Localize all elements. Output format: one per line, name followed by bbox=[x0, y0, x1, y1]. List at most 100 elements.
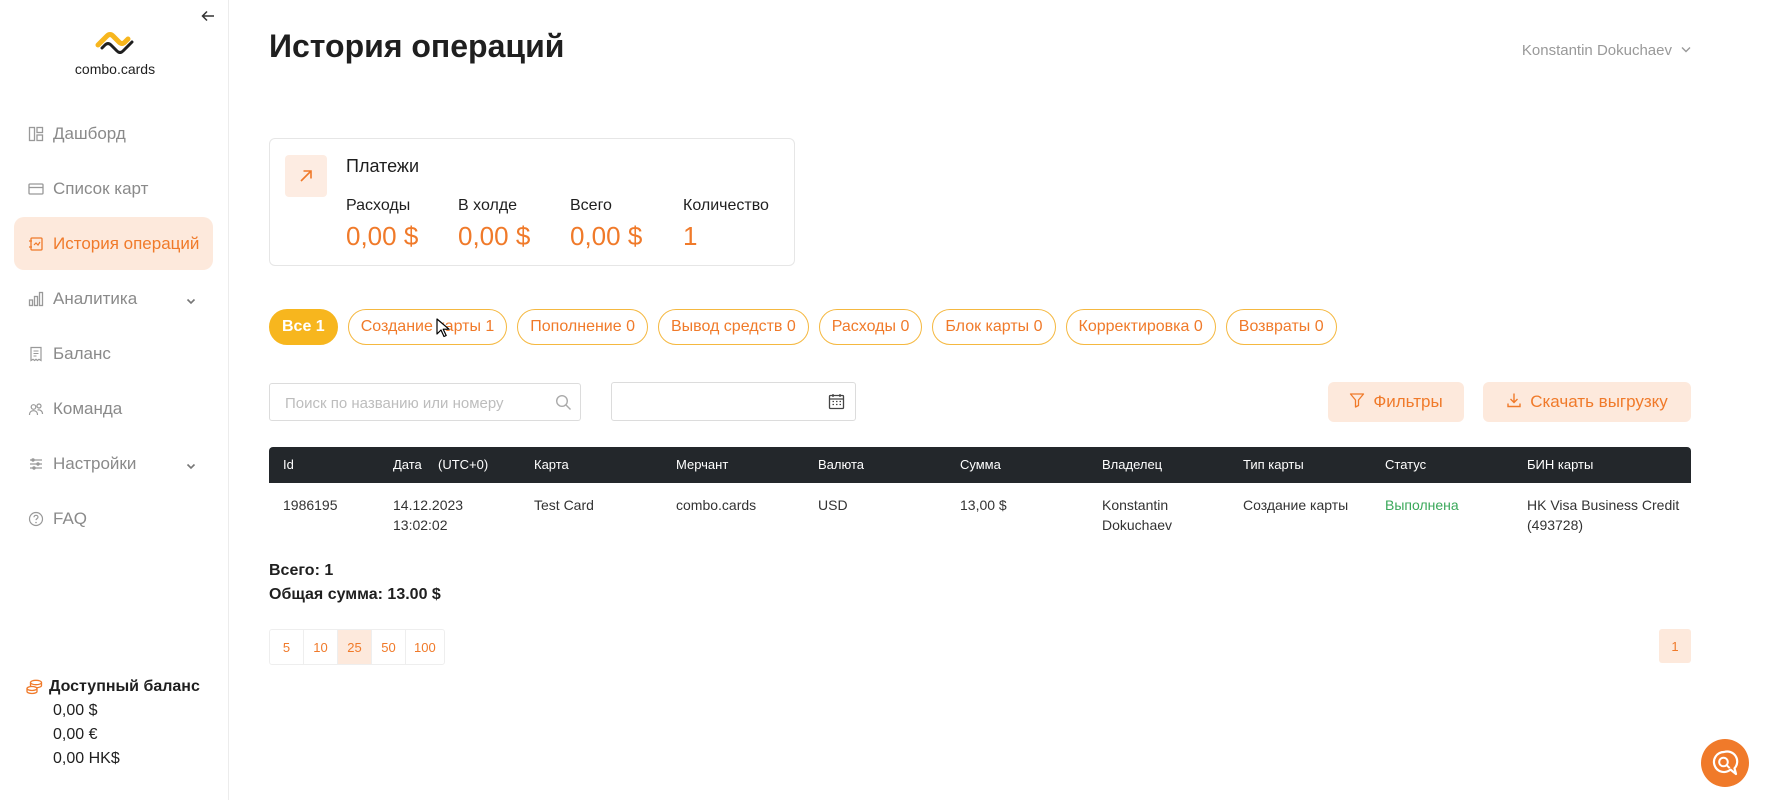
cell-date: 14.12.2023 13:02:02 bbox=[379, 495, 520, 545]
receipt-icon bbox=[28, 346, 44, 362]
sidebar-item-label: История операций bbox=[53, 233, 200, 253]
page-size-25[interactable]: 25 bbox=[338, 630, 372, 664]
question-icon bbox=[28, 511, 44, 527]
table-header: Id Дата (UTC+0) Карта Мерчант Валюта Сум… bbox=[269, 447, 1691, 483]
total-sum: Общая сумма: 13.00 $ bbox=[269, 586, 441, 603]
column-header-merchant[interactable]: Мерчант bbox=[662, 455, 804, 475]
timezone-label: (UTC+0) bbox=[438, 457, 489, 472]
calendar-icon[interactable] bbox=[828, 393, 845, 415]
team-icon bbox=[28, 401, 44, 417]
cell-owner-last: Dokuchaev bbox=[1102, 517, 1173, 533]
sidebar: combo.cards Дашборд Список карт История … bbox=[0, 0, 229, 800]
stat-total: Всего 0,00 $ bbox=[570, 197, 642, 252]
stat-value: 1 bbox=[683, 221, 698, 251]
column-header-currency[interactable]: Валюта bbox=[804, 455, 946, 475]
export-button-label: Скачать выгрузку bbox=[1530, 392, 1668, 411]
sidebar-item-label: Настройки bbox=[53, 453, 137, 473]
stat-expenses: Расходы 0,00 $ bbox=[346, 197, 418, 252]
cell-bin: HK Visa Business Credit (493728) bbox=[1513, 495, 1691, 545]
column-header-amount[interactable]: Сумма bbox=[946, 455, 1088, 475]
stat-count: Количество 1 bbox=[683, 197, 769, 252]
date-range-input[interactable] bbox=[611, 382, 856, 421]
page-size-10[interactable]: 10 bbox=[304, 630, 338, 664]
column-header-owner[interactable]: Владелец bbox=[1088, 455, 1229, 475]
card-title: Платежи bbox=[346, 156, 420, 176]
cell-status: Выполнена bbox=[1385, 497, 1459, 513]
chip-adjustment[interactable]: Корректировка 0 bbox=[1065, 309, 1216, 345]
cell-currency: USD bbox=[818, 497, 848, 513]
cell-merchant: combo.cards bbox=[676, 497, 757, 513]
chevron-down-icon bbox=[185, 292, 197, 312]
cell-card: Test Card bbox=[534, 497, 594, 513]
chip-expenses[interactable]: Расходы 0 bbox=[818, 309, 923, 345]
arrow-left-icon bbox=[201, 10, 214, 22]
page-size-selector: 5 10 25 50 100 bbox=[269, 629, 445, 665]
cell-date-day: 14.12.2023 bbox=[393, 497, 464, 513]
logo-text: combo.cards bbox=[74, 61, 156, 77]
sidebar-item-label: Список карт bbox=[53, 178, 149, 198]
sidebar-item-analytics[interactable]: Аналитика bbox=[14, 272, 213, 325]
export-button[interactable]: Скачать выгрузку bbox=[1483, 382, 1691, 422]
chip-refunds[interactable]: Возвраты 0 bbox=[1225, 309, 1337, 345]
collapse-sidebar-button[interactable] bbox=[200, 8, 220, 28]
chevron-down-icon bbox=[1680, 42, 1692, 59]
chip-card-creation[interactable]: Создание карты 1 bbox=[347, 309, 508, 345]
balance-usd: 0,00 $ bbox=[53, 702, 98, 719]
table-row[interactable]: 1986195 14.12.2023 13:02:02 Test Card co… bbox=[269, 483, 1691, 545]
stat-hold: В холде 0,00 $ bbox=[458, 197, 530, 252]
balance-title: Доступный баланс bbox=[49, 678, 200, 695]
cell-owner-first: Konstantin bbox=[1102, 497, 1169, 513]
column-header-date[interactable]: Дата (UTC+0) bbox=[379, 455, 520, 475]
column-header-status[interactable]: Статус bbox=[1371, 455, 1513, 475]
logo-icon bbox=[95, 32, 134, 54]
available-balance: Доступный баланс 0,00 $ 0,00 € 0,00 HK$ bbox=[26, 678, 200, 768]
page-size-5[interactable]: 5 bbox=[270, 630, 304, 664]
column-header-bin[interactable]: БИН карты bbox=[1513, 455, 1691, 475]
chip-topup[interactable]: Пополнение 0 bbox=[517, 309, 648, 345]
sidebar-item-dashboard[interactable]: Дашборд bbox=[14, 107, 213, 160]
sidebar-item-team[interactable]: Команда bbox=[14, 382, 213, 435]
page-button-current[interactable]: 1 bbox=[1659, 629, 1691, 663]
sidebar-item-faq[interactable]: FAQ bbox=[14, 492, 213, 545]
chip-all[interactable]: Все 1 bbox=[269, 309, 338, 345]
balance-eur: 0,00 € bbox=[53, 726, 98, 743]
page-size-50[interactable]: 50 bbox=[372, 630, 406, 664]
column-header-card[interactable]: Карта bbox=[520, 455, 662, 475]
cell-card-type: Создание карты bbox=[1243, 497, 1349, 513]
balance-hkd: 0,00 HK$ bbox=[53, 750, 120, 767]
sidebar-item-settings[interactable]: Настройки bbox=[14, 437, 213, 490]
page-size-100[interactable]: 100 bbox=[406, 630, 444, 664]
user-menu[interactable]: Konstantin Dokuchaev bbox=[1522, 42, 1692, 59]
stat-label: Всего bbox=[570, 197, 612, 214]
download-icon bbox=[1506, 392, 1522, 413]
cell-id: 1986195 bbox=[283, 497, 338, 513]
chat-search-icon bbox=[1712, 750, 1739, 776]
sidebar-item-cards[interactable]: Список карт bbox=[14, 162, 213, 215]
support-chat-button[interactable] bbox=[1701, 739, 1749, 787]
sidebar-item-label: Команда bbox=[53, 398, 123, 418]
chevron-down-icon bbox=[185, 457, 197, 477]
column-header-card-type[interactable]: Тип карты bbox=[1229, 455, 1371, 475]
mouse-cursor-icon bbox=[436, 318, 450, 343]
search-icon bbox=[555, 394, 572, 416]
stat-value: 0,00 $ bbox=[570, 221, 643, 251]
cell-amount: 13,00 $ bbox=[960, 497, 1007, 513]
chip-withdrawal[interactable]: Вывод средств 0 bbox=[657, 309, 809, 345]
cell-owner: Konstantin Dokuchaev bbox=[1088, 495, 1229, 545]
settings-icon bbox=[28, 456, 44, 472]
card-icon bbox=[28, 181, 44, 197]
filter-icon bbox=[1349, 392, 1365, 413]
sidebar-item-history[interactable]: История операций bbox=[14, 217, 213, 270]
search-box bbox=[269, 383, 581, 422]
column-header-id[interactable]: Id bbox=[269, 455, 379, 475]
logo[interactable]: combo.cards bbox=[50, 30, 180, 77]
filters-button-label: Фильтры bbox=[1373, 392, 1443, 411]
sidebar-item-balance[interactable]: Баланс bbox=[14, 327, 213, 380]
chip-card-block[interactable]: Блок карты 0 bbox=[932, 309, 1056, 345]
stat-value: 0,00 $ bbox=[458, 221, 531, 251]
search-input[interactable] bbox=[270, 384, 547, 422]
user-name: Konstantin Dokuchaev bbox=[1521, 42, 1672, 59]
total-count: Всего: 1 bbox=[269, 562, 334, 579]
dashboard-icon bbox=[28, 126, 44, 142]
filters-button[interactable]: Фильтры bbox=[1328, 382, 1464, 422]
